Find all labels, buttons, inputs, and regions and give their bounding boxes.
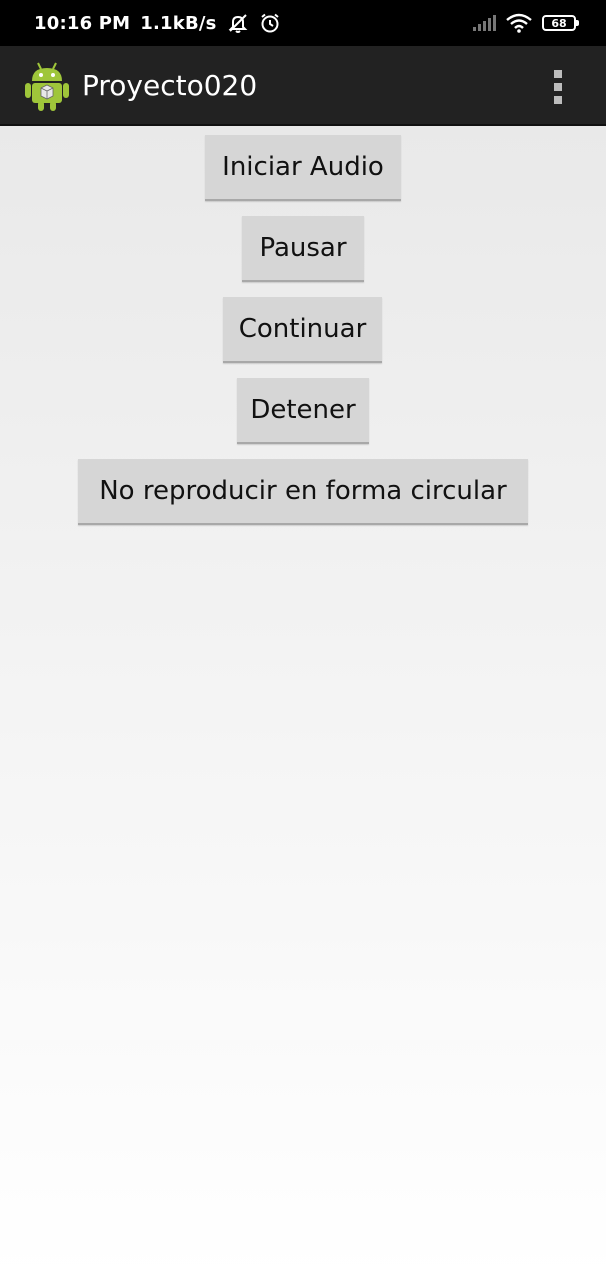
overflow-dot <box>554 70 562 78</box>
start-audio-button[interactable]: Iniciar Audio <box>205 135 401 201</box>
overflow-dot <box>554 83 562 91</box>
battery-icon: 68 <box>542 15 579 31</box>
pause-button[interactable]: Pausar <box>242 216 364 282</box>
overflow-menu-icon[interactable] <box>540 64 576 110</box>
main-content: Iniciar Audio Pausar Continuar Detener N… <box>0 126 606 1280</box>
status-left: 10:16 PM 1.1kB/s <box>34 0 281 46</box>
action-bar: Proyecto020 <box>0 46 606 126</box>
loop-toggle-button[interactable]: No reproducir en forma circular <box>78 459 528 525</box>
alarm-icon <box>259 12 281 34</box>
overflow-dot <box>554 96 562 104</box>
status-bar: 10:16 PM 1.1kB/s 68 <box>0 0 606 46</box>
app-title: Proyecto020 <box>82 69 258 102</box>
stop-button[interactable]: Detener <box>237 378 369 444</box>
signal-icon <box>472 14 496 32</box>
status-right: 68 <box>472 0 579 46</box>
muted-bell-icon <box>227 12 249 34</box>
status-network-speed: 1.1kB/s <box>140 12 217 34</box>
battery-level: 68 <box>551 16 567 30</box>
android-robot-icon <box>25 62 69 111</box>
continue-button[interactable]: Continuar <box>223 297 382 363</box>
wifi-icon <box>506 13 532 33</box>
status-time: 10:16 PM <box>34 12 131 34</box>
